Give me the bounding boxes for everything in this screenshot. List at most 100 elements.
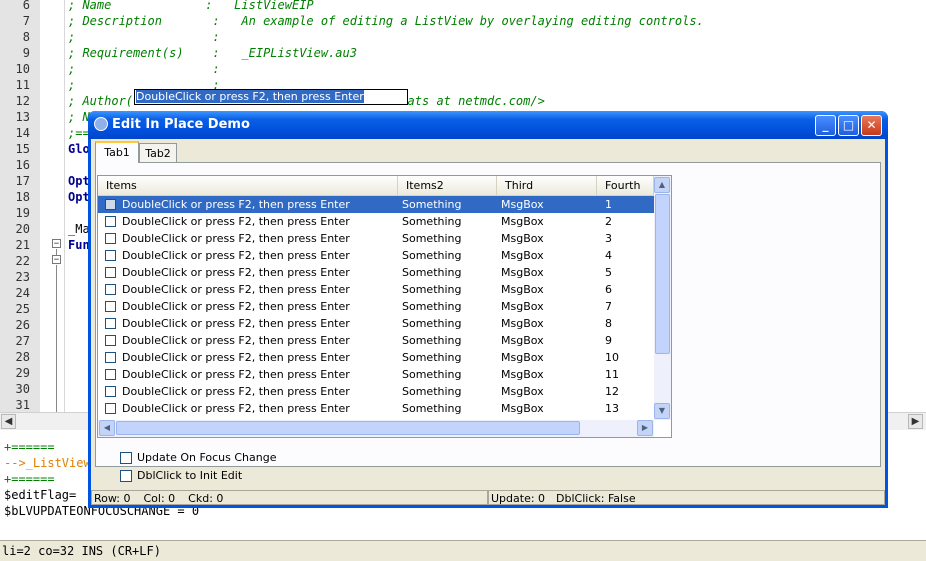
list-view[interactable]: Items Items2 Third Fourth DoubleClick or… [97,175,672,438]
column-header-items[interactable]: Items [98,176,398,195]
app-icon[interactable] [94,117,108,131]
list-row[interactable]: DoubleClick or press F2, then press Ente… [98,196,654,213]
status-panel-left: Row: 0 Col: 0 Ckd: 0 [91,490,488,505]
line-number: 10 [15,62,30,76]
list-row[interactable]: DoubleClick or press F2, then press Ente… [98,383,654,400]
row-checkbox[interactable] [105,318,116,329]
scroll-right-icon[interactable]: ▶ [908,414,923,429]
cell-third: MsgBox [501,198,544,211]
row-checkbox[interactable] [105,233,116,244]
code-line[interactable]: Opt [68,190,90,204]
tab-1[interactable]: Tab1 [95,141,139,163]
row-checkbox[interactable] [105,403,116,414]
row-checkbox[interactable] [105,199,116,210]
cell-items: DoubleClick or press F2, then press Ente… [122,283,350,296]
cell-third: MsgBox [501,351,544,364]
code-line[interactable]: ; : [68,30,220,44]
cell-items2: Something [402,351,462,364]
row-checkbox[interactable] [105,369,116,380]
status-col: Col: 0 [143,492,176,505]
cell-fourth: 1 [605,198,612,211]
list-row[interactable]: DoubleClick or press F2, then press Ente… [98,400,654,417]
row-checkbox[interactable] [105,267,116,278]
code-line[interactable]: _Ma [68,222,90,236]
cell-items: DoubleClick or press F2, then press Ente… [122,215,350,228]
minimize-button[interactable]: _ [815,115,836,136]
row-checkbox[interactable] [105,284,116,295]
cell-items: DoubleClick or press F2, then press Ente… [122,351,350,364]
scroll-down-icon[interactable]: ▼ [654,403,670,419]
close-button[interactable]: ✕ [861,115,882,136]
cell-fourth: 11 [605,368,619,381]
vertical-scroll-thumb[interactable] [655,194,670,354]
row-checkbox[interactable] [105,301,116,312]
list-row[interactable]: DoubleClick or press F2, then press Ente… [98,315,654,332]
row-checkbox[interactable] [105,386,116,397]
tab-2[interactable]: Tab2 [139,143,177,163]
code-line[interactable]: ; N [68,110,90,124]
code-line[interactable]: Fun [68,238,90,252]
list-row[interactable]: DoubleClick or press F2, then press Ente… [98,213,654,230]
list-row[interactable]: DoubleClick or press F2, then press Ente… [98,230,654,247]
horizontal-scroll-thumb[interactable] [116,421,580,435]
code-line[interactable]: ; Requirement(s) : _EIPListView.au3 [68,46,357,60]
cell-fourth: 3 [605,232,612,245]
line-number: 26 [15,318,30,332]
code-line[interactable]: ; : [68,62,220,76]
edit-in-place-input[interactable]: DoubleClick or press F2, then press Ente… [134,89,408,105]
cell-items: DoubleClick or press F2, then press Ente… [122,300,350,313]
cell-fourth: 6 [605,283,612,296]
line-number: 24 [15,286,30,300]
list-row[interactable]: DoubleClick or press F2, then press Ente… [98,349,654,366]
list-row[interactable]: DoubleClick or press F2, then press Ente… [98,366,654,383]
line-number: 21 [15,238,30,252]
list-vertical-scrollbar[interactable]: ▲ ▼ [654,176,671,420]
cell-fourth: 4 [605,249,612,262]
row-checkbox[interactable] [105,250,116,261]
cell-fourth: 9 [605,334,612,347]
scroll-left-icon[interactable]: ◀ [1,414,16,429]
code-line[interactable]: ; Name : ListViewEIP [68,0,314,12]
list-row[interactable]: DoubleClick or press F2, then press Ente… [98,264,654,281]
cell-fourth: 13 [605,402,619,415]
list-row[interactable]: DoubleClick or press F2, then press Ente… [98,332,654,349]
status-ckd: Ckd: 0 [188,492,224,505]
line-number: 16 [15,158,30,172]
code-line[interactable]: Opt [68,174,90,188]
column-header-third[interactable]: Third [497,176,597,195]
row-checkbox[interactable] [105,352,116,363]
cell-items2: Something [402,368,462,381]
list-horizontal-scrollbar[interactable]: ◀ ▶ [98,420,654,437]
line-number: 20 [15,222,30,236]
fold-collapse-icon[interactable]: − [52,255,61,265]
scroll-up-icon[interactable]: ▲ [654,177,670,193]
code-line[interactable]: ; Description : An example of editing a … [68,14,704,28]
column-header-items2[interactable]: Items2 [398,176,497,195]
cell-fourth: 7 [605,300,612,313]
dialog-title: Edit In Place Demo [112,117,250,132]
output-line: +====== [4,440,55,454]
list-row[interactable]: DoubleClick or press F2, then press Ente… [98,247,654,264]
cell-third: MsgBox [501,334,544,347]
column-header-fourth[interactable]: Fourth [597,176,654,195]
dblclick-init-edit-checkbox[interactable] [120,470,132,482]
fold-collapse-icon[interactable]: − [52,239,61,249]
dblclick-init-edit-label: DblClick to Init Edit [137,469,243,482]
maximize-button[interactable]: □ [838,115,859,136]
cell-items: DoubleClick or press F2, then press Ente… [122,402,350,415]
scroll-left-icon[interactable]: ◀ [99,420,115,436]
fold-margin [40,0,65,412]
dialog-titlebar[interactable]: Edit In Place Demo _ □ ✕ [88,111,888,139]
row-checkbox[interactable] [105,216,116,227]
cell-third: MsgBox [501,232,544,245]
line-number: 7 [22,14,30,28]
list-row[interactable]: DoubleClick or press F2, then press Ente… [98,298,654,315]
line-number: 8 [22,30,30,44]
row-checkbox[interactable] [105,335,116,346]
line-number: 28 [15,350,30,364]
code-line[interactable]: Glo [68,142,90,156]
scroll-right-icon[interactable]: ▶ [637,420,653,436]
code-line[interactable]: ;== [68,126,90,140]
list-row[interactable]: DoubleClick or press F2, then press Ente… [98,281,654,298]
update-on-focus-change-checkbox[interactable] [120,452,132,464]
